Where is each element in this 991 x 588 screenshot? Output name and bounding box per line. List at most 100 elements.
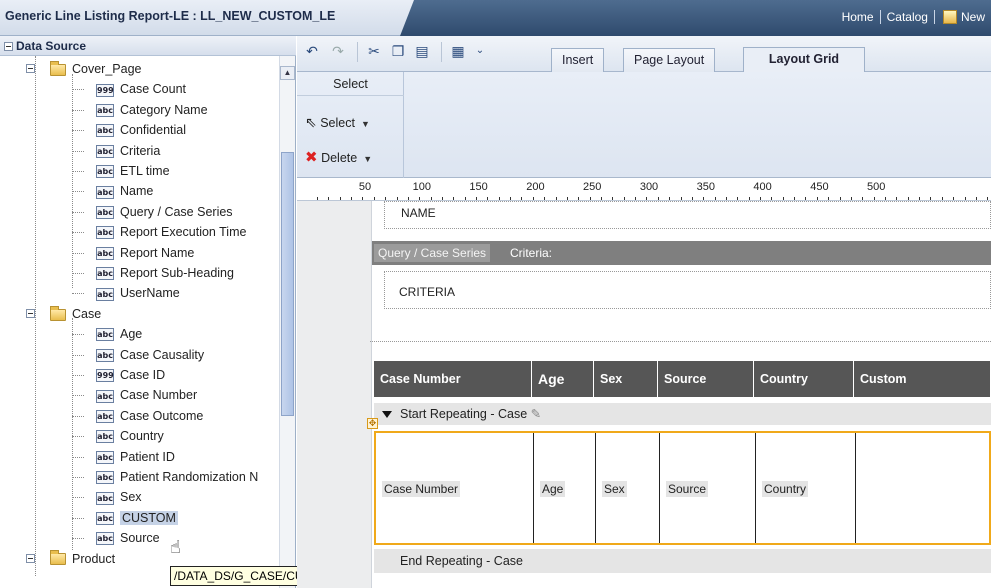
start-repeating-bar[interactable]: Start Repeating - Case ✎ xyxy=(374,403,991,425)
cell-field[interactable]: Country xyxy=(762,481,809,497)
page-margin xyxy=(297,201,372,588)
chevron-down-icon[interactable]: ⌄ xyxy=(471,42,489,60)
ruler-tick xyxy=(850,197,852,200)
chevron-down-icon[interactable]: ▼ xyxy=(361,119,370,129)
scroll-thumb[interactable] xyxy=(281,152,294,416)
tree-field[interactable]: abc Patient Randomization N xyxy=(72,467,258,487)
tree-connector xyxy=(72,252,84,254)
text-type-icon: abc xyxy=(96,512,114,525)
tree-folder[interactable]: Product xyxy=(26,549,115,569)
tree-connector xyxy=(72,89,84,91)
tab-layout-grid[interactable]: Layout Grid xyxy=(743,47,865,72)
tree-field[interactable]: abc Report Name xyxy=(72,243,194,263)
ruler-tick xyxy=(385,197,387,200)
table-cell[interactable]: Age xyxy=(534,433,596,543)
criteria-field[interactable]: CRITERIA xyxy=(397,284,457,300)
column-header[interactable]: Case Number xyxy=(374,361,532,397)
ruler-tick xyxy=(464,197,466,200)
text-type-icon: abc xyxy=(96,348,114,362)
table-cell[interactable]: Sex xyxy=(596,433,660,543)
tree-field[interactable]: abc Report Sub-Heading xyxy=(72,263,234,283)
tree-field[interactable]: 999 Case ID xyxy=(72,365,165,385)
column-header[interactable]: Source xyxy=(658,361,754,397)
tree-folder[interactable]: Case xyxy=(26,304,101,324)
tree-field[interactable]: abc Age xyxy=(72,324,142,344)
tree-connector xyxy=(72,415,84,417)
column-header[interactable]: Custom xyxy=(854,361,991,397)
collapse-icon[interactable] xyxy=(4,42,13,52)
tree-field[interactable]: abc Name xyxy=(72,181,153,201)
tree-connector xyxy=(72,191,84,193)
chevron-down-icon[interactable]: ▼ xyxy=(363,154,372,164)
query-case-series-field[interactable]: Query / Case Series xyxy=(374,244,491,262)
text-type-icon: abc xyxy=(96,389,114,403)
criteria-cell[interactable]: CRITERIA xyxy=(384,271,991,309)
ruler-tick xyxy=(953,197,955,200)
home-link[interactable]: Home xyxy=(836,10,880,24)
cell-field[interactable]: Age xyxy=(540,481,566,497)
scroll-up-icon[interactable]: ▲ xyxy=(280,66,295,80)
new-link[interactable]: New xyxy=(961,10,991,24)
pencil-icon[interactable]: ✎ xyxy=(531,407,541,421)
select-button[interactable]: ⇖ Select ▼ xyxy=(305,112,370,132)
collapse-icon[interactable] xyxy=(26,308,35,318)
tree-field[interactable]: 999 Case Count xyxy=(72,79,186,99)
tree-field[interactable]: abc Sex xyxy=(72,487,142,507)
repeating-row[interactable]: Case Number Age Sex Source Country xyxy=(374,431,991,545)
cut-icon[interactable]: ✂ xyxy=(365,42,383,60)
move-handle-icon[interactable]: ✥ xyxy=(367,418,378,429)
delete-button[interactable]: ✖ Delete ▼ xyxy=(305,148,372,168)
top-links: Home Catalog New xyxy=(836,10,991,24)
table-cell[interactable] xyxy=(856,433,991,543)
tree-field[interactable]: abc CUSTOM xyxy=(72,508,178,528)
new-icon[interactable] xyxy=(942,10,957,24)
redo-icon[interactable]: ↷ xyxy=(329,42,347,60)
tree-field[interactable]: abc Case Causality xyxy=(72,345,204,365)
name-field[interactable]: NAME xyxy=(399,205,438,221)
column-header[interactable]: Age xyxy=(532,361,594,397)
collapse-icon[interactable] xyxy=(26,553,35,563)
cell-field[interactable]: Source xyxy=(666,481,709,497)
column-header[interactable]: Country xyxy=(754,361,854,397)
tree-folder[interactable]: Cover_Page xyxy=(26,59,142,79)
data-source-title: Data Source xyxy=(16,39,87,53)
undo-icon[interactable]: ↶ xyxy=(303,42,321,60)
name-cell[interactable]: NAME xyxy=(384,201,991,229)
tree-item-label: Case Outcome xyxy=(120,408,204,423)
ruler-tick xyxy=(566,197,568,200)
tree-field[interactable]: abc ETL time xyxy=(72,161,170,181)
end-repeating-bar[interactable]: End Repeating - Case xyxy=(374,549,991,573)
tree-connector xyxy=(72,334,84,336)
collapse-icon[interactable] xyxy=(26,64,35,73)
catalog-link[interactable]: Catalog xyxy=(881,10,934,24)
paste-icon[interactable]: ▤ xyxy=(413,42,431,60)
ruler-tick xyxy=(589,197,591,200)
tree-field[interactable]: abc Case Outcome xyxy=(72,406,204,426)
tree-field[interactable]: abc Category Name xyxy=(72,100,208,120)
tree-field[interactable]: abc Source xyxy=(72,528,160,548)
tree-field[interactable]: abc Report Execution Time xyxy=(72,222,246,242)
table-cell[interactable]: Country xyxy=(756,433,856,543)
table-cell[interactable]: Source xyxy=(660,433,756,543)
tab-page-layout[interactable]: Page Layout xyxy=(623,48,716,72)
link-separator xyxy=(933,10,935,24)
data-source-header[interactable]: Data Source xyxy=(0,36,296,56)
cell-field[interactable]: Case Number xyxy=(382,481,461,497)
tree-field[interactable]: abc Patient ID xyxy=(72,447,175,467)
table-cell[interactable]: Case Number xyxy=(376,433,534,543)
tree-field[interactable]: abc Criteria xyxy=(72,141,160,161)
column-header[interactable]: Sex xyxy=(594,361,658,397)
tree-field[interactable]: abc Case Number xyxy=(72,385,197,405)
tree-field[interactable]: abc Query / Case Series xyxy=(72,202,233,222)
tab-insert[interactable]: Insert xyxy=(551,48,605,72)
tree-item-label: Report Sub-Heading xyxy=(120,266,234,280)
ruler-tick xyxy=(476,197,478,200)
layout-icon[interactable]: ▦ xyxy=(449,42,467,60)
text-type-icon: abc xyxy=(96,165,114,179)
tree-field[interactable]: abc Confidential xyxy=(72,120,186,140)
copy-icon[interactable]: ❐ xyxy=(389,42,407,60)
cell-field[interactable]: Sex xyxy=(602,481,627,497)
tree-scrollbar[interactable]: ▲ xyxy=(279,56,295,588)
tree-field[interactable]: abc Country xyxy=(72,426,164,446)
tree-field[interactable]: abc UserName xyxy=(72,283,180,303)
